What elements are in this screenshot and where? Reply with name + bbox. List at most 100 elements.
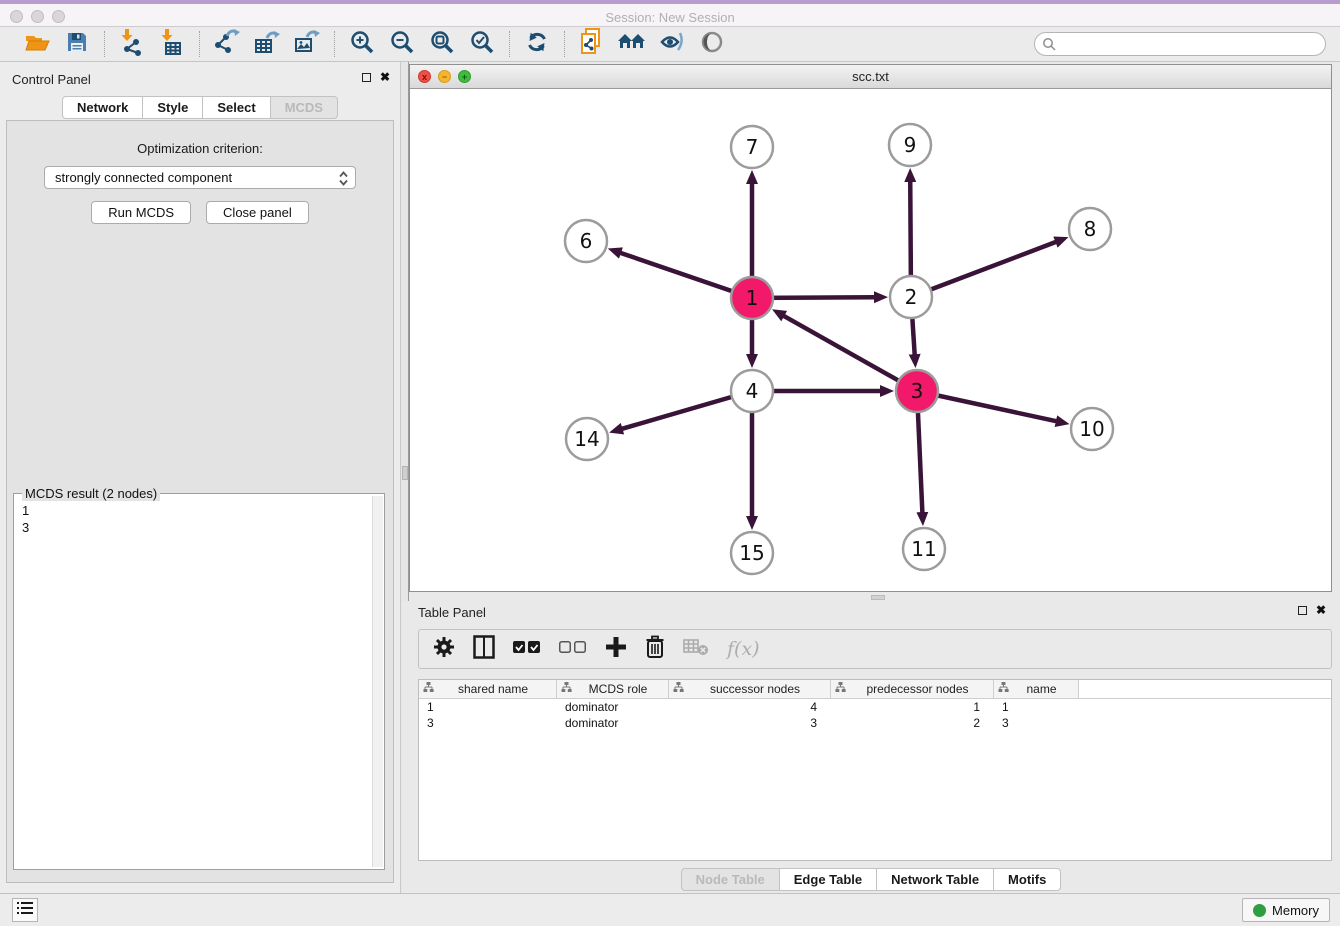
table-cell[interactable]: dominator <box>557 699 669 715</box>
criterion-select[interactable]: strongly connected component <box>44 166 356 189</box>
zoom-fit-button[interactable] <box>425 29 459 59</box>
hide-details-button[interactable] <box>655 29 689 59</box>
hierarchy-icon <box>835 682 846 696</box>
table-cell[interactable]: dominator <box>557 715 669 731</box>
duplicate-network-button[interactable] <box>575 29 609 59</box>
plus-icon <box>605 636 627 663</box>
open-session-button[interactable] <box>20 29 54 59</box>
first-neighbors-button[interactable] <box>615 29 649 59</box>
zoom-selected-icon <box>469 29 495 60</box>
refresh-icon <box>524 29 550 60</box>
graph-node-9[interactable]: 9 <box>889 124 931 166</box>
control-panel-float-button[interactable] <box>362 73 371 82</box>
node-label: 11 <box>911 537 936 561</box>
table-cell[interactable]: 1 <box>994 699 1079 715</box>
refresh-button[interactable] <box>520 29 554 59</box>
unselect-all-columns-button[interactable] <box>559 640 587 659</box>
tab-select[interactable]: Select <box>203 96 270 119</box>
search-input[interactable] <box>1034 32 1326 56</box>
table-settings-button[interactable] <box>433 636 455 663</box>
graph-node-1[interactable]: 1 <box>731 277 773 319</box>
tab-node-table[interactable]: Node Table <box>681 868 780 891</box>
memory-button[interactable]: Memory <box>1242 898 1330 922</box>
import-network-button[interactable] <box>115 29 149 59</box>
network-graph: 7 9 6 8 1 2 4 3 14 10 15 11 <box>410 89 1331 591</box>
add-column-button[interactable] <box>605 636 627 663</box>
graph-node-8[interactable]: 8 <box>1069 208 1111 250</box>
mcds-result-box: MCDS result (2 nodes) 1 3 <box>13 493 385 870</box>
column-header-successor-nodes[interactable]: successor nodes <box>669 680 831 699</box>
tab-network[interactable]: Network <box>62 96 143 119</box>
node-label: 10 <box>1079 417 1104 441</box>
export-image-button[interactable] <box>290 29 324 59</box>
tab-motifs[interactable]: Motifs <box>994 868 1061 891</box>
table-panel-float-button[interactable] <box>1298 606 1307 615</box>
delete-table-button[interactable] <box>683 638 709 661</box>
tab-network-table[interactable]: Network Table <box>877 868 994 891</box>
table-panel: Table Panel ✖ f(x) shared nameMCDS roles… <box>402 601 1340 893</box>
show-details-button[interactable] <box>695 29 729 59</box>
mcds-result-text[interactable]: 1 3 <box>22 502 370 867</box>
splitter-handle[interactable] <box>402 466 408 480</box>
tab-edge-table[interactable]: Edge Table <box>780 868 877 891</box>
zoom-selected-button[interactable] <box>465 29 499 59</box>
export-table-button[interactable] <box>250 29 284 59</box>
table-cell[interactable]: 3 <box>419 715 557 731</box>
table-cell[interactable]: 1 <box>419 699 557 715</box>
graph-node-10[interactable]: 10 <box>1071 408 1113 450</box>
graph-node-15[interactable]: 15 <box>731 532 773 574</box>
edge-3-1[interactable] <box>783 316 917 391</box>
network-window-titlebar[interactable]: x − + scc.txt <box>410 65 1331 89</box>
column-header-name[interactable]: name <box>994 680 1079 699</box>
status-bar: Memory <box>0 893 1340 926</box>
delete-column-button[interactable] <box>645 635 665 664</box>
graph-node-4[interactable]: 4 <box>731 370 773 412</box>
zoom-in-button[interactable] <box>345 29 379 59</box>
graph-node-14[interactable]: 14 <box>566 418 608 460</box>
graph-node-6[interactable]: 6 <box>565 220 607 262</box>
table-row[interactable]: 1dominator411 <box>419 699 1331 715</box>
show-columns-button[interactable] <box>473 635 495 664</box>
control-panel-close-button[interactable]: ✖ <box>380 71 390 83</box>
node-label: 15 <box>739 541 764 565</box>
splitter-handle[interactable] <box>871 595 885 600</box>
edge-2-8[interactable] <box>911 242 1056 297</box>
tab-mcds[interactable]: MCDS <box>271 96 338 119</box>
graph-node-7[interactable]: 7 <box>731 126 773 168</box>
function-builder-button[interactable]: f(x) <box>727 638 760 660</box>
node-label: 4 <box>746 379 759 403</box>
graph-node-11[interactable]: 11 <box>903 528 945 570</box>
table-cell[interactable]: 3 <box>994 715 1079 731</box>
zoom-out-button[interactable] <box>385 29 419 59</box>
select-all-columns-button[interactable] <box>513 640 541 659</box>
table-cell[interactable]: 3 <box>669 715 831 731</box>
close-panel-button[interactable]: Close panel <box>206 201 309 224</box>
import-table-button[interactable] <box>155 29 189 59</box>
network-canvas[interactable]: 7 9 6 8 1 2 4 3 14 10 15 11 <box>410 89 1331 591</box>
export-network-button[interactable] <box>210 29 244 59</box>
network-maximize-button[interactable]: + <box>458 70 471 83</box>
network-minimize-button[interactable]: − <box>438 70 451 83</box>
graph-node-3[interactable]: 3 <box>896 370 938 412</box>
window-titlebar: Session: New Session <box>0 4 1340 27</box>
column-header-shared-name[interactable]: shared name <box>419 680 557 699</box>
horizontal-splitter[interactable] <box>409 594 1332 601</box>
column-header-predecessor-nodes[interactable]: predecessor nodes <box>831 680 994 699</box>
task-history-button[interactable] <box>12 898 38 922</box>
table-cell[interactable]: 4 <box>669 699 831 715</box>
result-scrollbar[interactable] <box>372 496 383 867</box>
graph-node-2[interactable]: 2 <box>890 276 932 318</box>
table-cell[interactable]: 2 <box>831 715 994 731</box>
unchecked-boxes-icon <box>559 640 587 659</box>
node-table[interactable]: shared nameMCDS rolesuccessor nodesprede… <box>418 679 1332 861</box>
run-mcds-button[interactable]: Run MCDS <box>91 201 191 224</box>
column-header-MCDS-role[interactable]: MCDS role <box>557 680 669 699</box>
network-close-button[interactable]: x <box>418 70 431 83</box>
node-label: 9 <box>904 133 917 157</box>
table-panel-close-button[interactable]: ✖ <box>1316 604 1326 616</box>
table-row[interactable]: 3dominator323 <box>419 715 1331 731</box>
table-cell[interactable]: 1 <box>831 699 994 715</box>
tab-style[interactable]: Style <box>143 96 203 119</box>
save-session-button[interactable] <box>60 29 94 59</box>
checked-boxes-icon <box>513 640 541 659</box>
